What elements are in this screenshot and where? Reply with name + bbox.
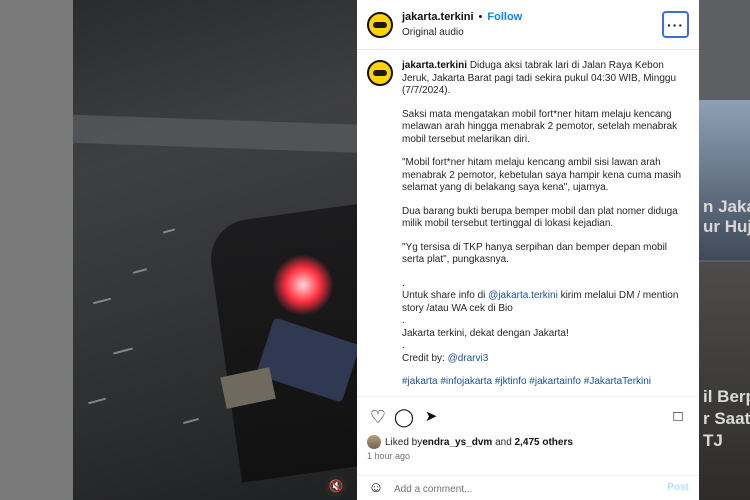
rain-streak bbox=[93, 297, 111, 305]
separator-dot: • bbox=[478, 11, 483, 23]
liker-username[interactable]: endra_ys_dvm bbox=[422, 437, 492, 448]
more-options-icon[interactable]: ··· bbox=[662, 11, 689, 38]
background-text-line: r Saat bbox=[703, 409, 750, 428]
video-road-edge bbox=[73, 114, 357, 154]
send-icon[interactable]: ➤ bbox=[420, 406, 442, 428]
comment-bar: ☺ Post bbox=[357, 475, 699, 500]
rain-streak bbox=[183, 417, 199, 425]
post-comment-button[interactable]: Post bbox=[667, 482, 689, 493]
caption-quote: "Mobil fort*ner hitam melaju kencang amb… bbox=[402, 157, 682, 193]
comment-input[interactable] bbox=[394, 480, 644, 498]
caption-paragraph: Saksi mata mengatakan mobil fort*ner hit… bbox=[402, 108, 678, 145]
post-header: jakarta.terkini • Follow Original audio … bbox=[357, 0, 699, 50]
caption-dot: . bbox=[402, 277, 405, 289]
rain-streak bbox=[88, 397, 106, 405]
background-text-line: il Berp bbox=[703, 387, 750, 406]
background-text-line: n Jaka bbox=[703, 197, 750, 216]
share-handle-link[interactable]: @jakarta.terkini bbox=[488, 290, 558, 301]
post-username[interactable]: jakarta.terkini bbox=[402, 11, 474, 23]
post-actions: ♡ ◯ ➤ □ Liked by endra_ys_dvm and 2,475 … bbox=[357, 396, 699, 500]
caption-avatar[interactable] bbox=[367, 60, 393, 86]
credit-prefix: Credit by: bbox=[402, 352, 448, 364]
emoji-icon[interactable]: ☺ bbox=[367, 479, 385, 497]
bookmark-icon[interactable]: □ bbox=[667, 406, 689, 428]
caption-dot: . bbox=[402, 340, 405, 351]
rain-streak bbox=[132, 268, 148, 274]
muted-speaker-icon[interactable]: 🔇 bbox=[325, 475, 347, 497]
hashtags[interactable]: #jakarta #infojakarta #jktinfo #jakartai… bbox=[402, 376, 688, 389]
caption-dot: . bbox=[402, 315, 405, 326]
post-video[interactable]: 🔇 bbox=[73, 0, 357, 500]
page-backdrop-right: n Jaka ur Huj il Berp r Saat TJ bbox=[699, 0, 750, 500]
caption-username[interactable]: jakarta.terkini bbox=[402, 60, 467, 71]
credit-handle-link[interactable]: @drarvi3 bbox=[448, 353, 489, 364]
liker-avatar[interactable] bbox=[367, 435, 381, 449]
likes-summary: Liked by endra_ys_dvm and 2,475 others bbox=[367, 435, 573, 449]
original-audio-link[interactable]: Original audio bbox=[402, 27, 662, 38]
caption-paragraph: Dua barang bukti berupa bemper mobil dan… bbox=[402, 205, 678, 230]
post-caption: jakarta.terkini Diduga aksi tabrak lari … bbox=[402, 60, 688, 396]
background-image-b bbox=[699, 262, 750, 500]
likes-and: and bbox=[492, 436, 515, 448]
follow-button[interactable]: Follow bbox=[487, 11, 522, 23]
heart-icon[interactable]: ♡ bbox=[367, 406, 389, 428]
avatar[interactable] bbox=[367, 11, 393, 38]
caption-area: jakarta.terkini Diduga aksi tabrak lari … bbox=[357, 51, 699, 396]
post-panel: jakarta.terkini • Follow Original audio … bbox=[357, 0, 699, 500]
likes-count[interactable]: 2,475 others bbox=[515, 437, 573, 448]
page-backdrop-left bbox=[0, 0, 73, 500]
caption-tagline: Jakarta terkini, dekat dengan Jakarta! bbox=[402, 327, 569, 339]
likes-prefix: Liked by bbox=[385, 436, 423, 448]
post-timestamp[interactable]: 1 hour ago bbox=[367, 451, 410, 461]
background-text-line: TJ bbox=[703, 431, 723, 450]
share-info-prefix: Untuk share info di bbox=[402, 290, 489, 301]
caption-quote: "Yg tersisa di TKP hanya serpihan dan be… bbox=[402, 241, 668, 266]
background-text-line: ur Huj bbox=[703, 217, 750, 236]
video-tail-light bbox=[273, 255, 333, 315]
rain-streak bbox=[113, 347, 133, 355]
rain-streak bbox=[162, 228, 176, 234]
comment-icon[interactable]: ◯ bbox=[393, 406, 415, 428]
